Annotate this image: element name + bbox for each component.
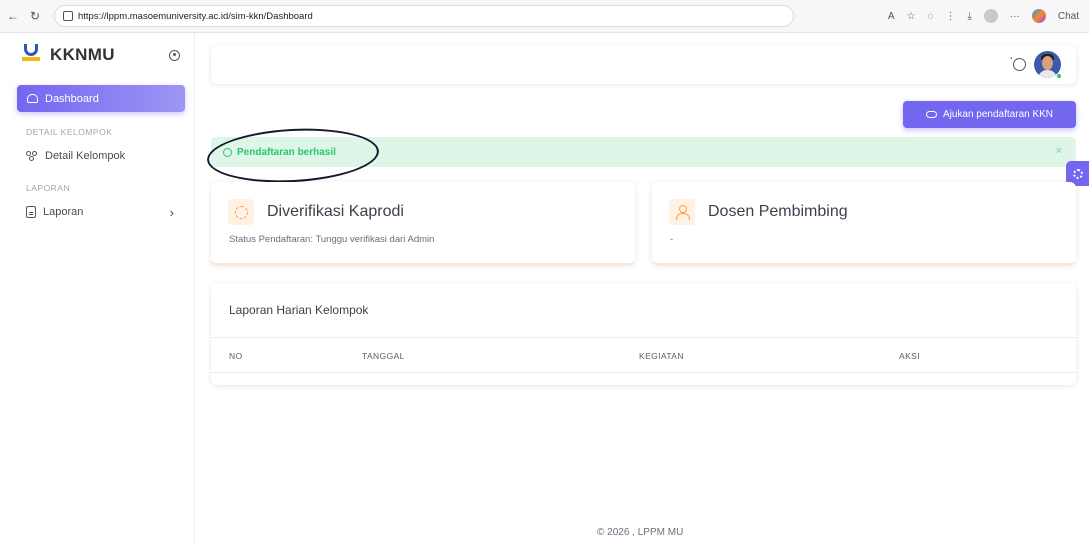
column-header-tanggal: TANGGAL: [362, 351, 405, 361]
card-icon-container: [228, 199, 254, 225]
chat-label[interactable]: Chat: [1058, 11, 1079, 22]
table-title: Laporan Harian Kelompok: [229, 303, 369, 317]
column-header-no: NO: [229, 351, 243, 361]
copilot-icon[interactable]: [1031, 9, 1046, 23]
document-icon: [26, 206, 36, 218]
top-navbar: [211, 45, 1076, 84]
footer-copyright: © 2026 , LPPM MU: [597, 527, 684, 538]
online-status-badge: [1056, 73, 1062, 79]
brand[interactable]: KKNMU: [0, 33, 194, 77]
sidebar: KKNMU Dashboard DETAIL KELOMPOK Detail K…: [0, 33, 195, 546]
table-header-row: NO TANGGAL KEGIATAN AKSI: [211, 337, 1076, 373]
register-kkn-label: Ajukan pendaftaran KKN: [942, 109, 1054, 120]
sidebar-toggle-icon[interactable]: [169, 49, 180, 61]
daily-report-table-card: Laporan Harian Kelompok NO TANGGAL KEGIA…: [211, 283, 1076, 385]
users-icon: [26, 151, 38, 161]
more-icon[interactable]: ···: [1010, 11, 1020, 22]
back-icon[interactable]: ←: [6, 9, 20, 23]
browser-toolbar: ← ↻ https://lppm.masoemuniversity.ac.id/…: [0, 0, 1089, 33]
extension-icon[interactable]: ◌: [928, 11, 934, 22]
section-header-laporan: LAPORAN: [26, 183, 71, 193]
sidebar-item-dashboard[interactable]: Dashboard: [17, 85, 185, 112]
sidebar-item-label: Dashboard: [45, 92, 99, 105]
card-subtitle: Status Pendaftaran: Tunggu verifikasi da…: [229, 234, 435, 245]
gear-icon: [1072, 168, 1083, 179]
register-kkn-button[interactable]: Ajukan pendaftaran KKN: [903, 101, 1076, 128]
brand-name: KKNMU: [50, 45, 115, 64]
profile-icon[interactable]: [983, 9, 998, 23]
sidebar-item-label: Detail Kelompok: [45, 150, 126, 162]
home-icon: [27, 94, 38, 103]
url-text: https://lppm.masoemuniversity.ac.id/sim-…: [78, 10, 313, 22]
loader-icon: [234, 205, 248, 219]
lock-icon: [63, 11, 73, 21]
sidebar-item-label: Laporan: [43, 206, 84, 218]
favorites-bar-icon[interactable]: ⋮: [945, 11, 955, 22]
card-icon-container: [669, 199, 695, 225]
annotation-oval: [205, 124, 381, 187]
section-header-detail-kelompok: DETAIL KELOMPOK: [26, 127, 113, 137]
supervisor-card: Dosen Pembimbing -: [652, 182, 1076, 265]
sun-icon[interactable]: [1009, 49, 1026, 71]
card-title: Diverifikasi Kaprodi: [267, 203, 404, 220]
card-title: Dosen Pembimbing: [708, 203, 848, 220]
verification-status-card: Diverifikasi Kaprodi Status Pendaftaran:…: [211, 182, 635, 265]
university-logo-icon: [22, 44, 40, 66]
download-icon[interactable]: ⤓: [967, 11, 971, 22]
refresh-icon[interactable]: ↻: [28, 9, 42, 23]
read-aloud-icon[interactable]: A: [888, 11, 895, 22]
chevron-right-icon: ›: [169, 204, 174, 220]
address-bar[interactable]: https://lppm.masoemuniversity.ac.id/sim-…: [54, 5, 794, 27]
favorite-icon[interactable]: ☆: [907, 11, 916, 22]
sidebar-item-detail-kelompok[interactable]: Detail Kelompok: [0, 144, 194, 168]
sidebar-item-laporan[interactable]: Laporan ›: [0, 200, 194, 224]
close-icon[interactable]: ×: [1056, 145, 1062, 157]
column-header-aksi: AKSI: [899, 351, 920, 361]
card-subtitle: -: [670, 234, 674, 245]
user-icon: [676, 205, 690, 220]
upload-cloud-icon: [925, 111, 937, 118]
column-header-kegiatan: KEGIATAN: [639, 351, 684, 361]
